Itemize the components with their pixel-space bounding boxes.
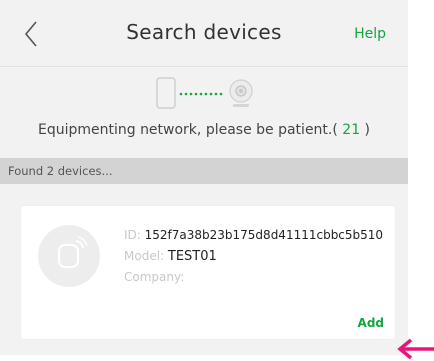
found-devices-text: Found 2 devices...	[8, 164, 113, 178]
device-avatar	[38, 225, 100, 287]
annotation-arrow-icon	[397, 338, 434, 360]
device-info: ID: 152f7a38b23b175d8d41111cbbc5b510 Mod…	[124, 228, 383, 291]
device-id-row: ID: 152f7a38b23b175d8d41111cbbc5b510	[124, 228, 383, 249]
found-devices-bar: Found 2 devices...	[0, 158, 408, 184]
device-icon	[58, 236, 88, 268]
device-id-label: ID:	[124, 228, 145, 242]
device-model-value: TEST01	[167, 249, 217, 264]
connection-dots-icon	[179, 92, 223, 96]
search-devices-screen: Search devices Help Equipmenting network…	[0, 0, 408, 355]
add-device-button[interactable]: Add	[358, 316, 384, 330]
network-status-graphic	[155, 76, 265, 112]
page-title: Search devices	[126, 20, 282, 44]
help-button[interactable]: Help	[354, 26, 386, 42]
device-company-label: Company:	[124, 270, 185, 284]
device-model-row: Model: TEST01	[124, 249, 383, 270]
status-message-close: )	[360, 122, 371, 138]
phone-icon	[156, 77, 176, 109]
countdown-value: 21	[342, 122, 361, 138]
device-company-row: Company:	[124, 270, 383, 291]
device-card[interactable]: ID: 152f7a38b23b175d8d41111cbbc5b510 Mod…	[21, 206, 395, 339]
camera-icon	[229, 79, 253, 107]
device-model-label: Model:	[124, 249, 168, 263]
device-id-value: 152f7a38b23b175d8d41111cbbc5b510	[144, 228, 384, 242]
status-message: Equipmenting network, please be patient.…	[0, 122, 408, 138]
header: Search devices Help	[0, 0, 408, 67]
status-message-text: Equipmenting network, please be patient.…	[37, 122, 343, 138]
